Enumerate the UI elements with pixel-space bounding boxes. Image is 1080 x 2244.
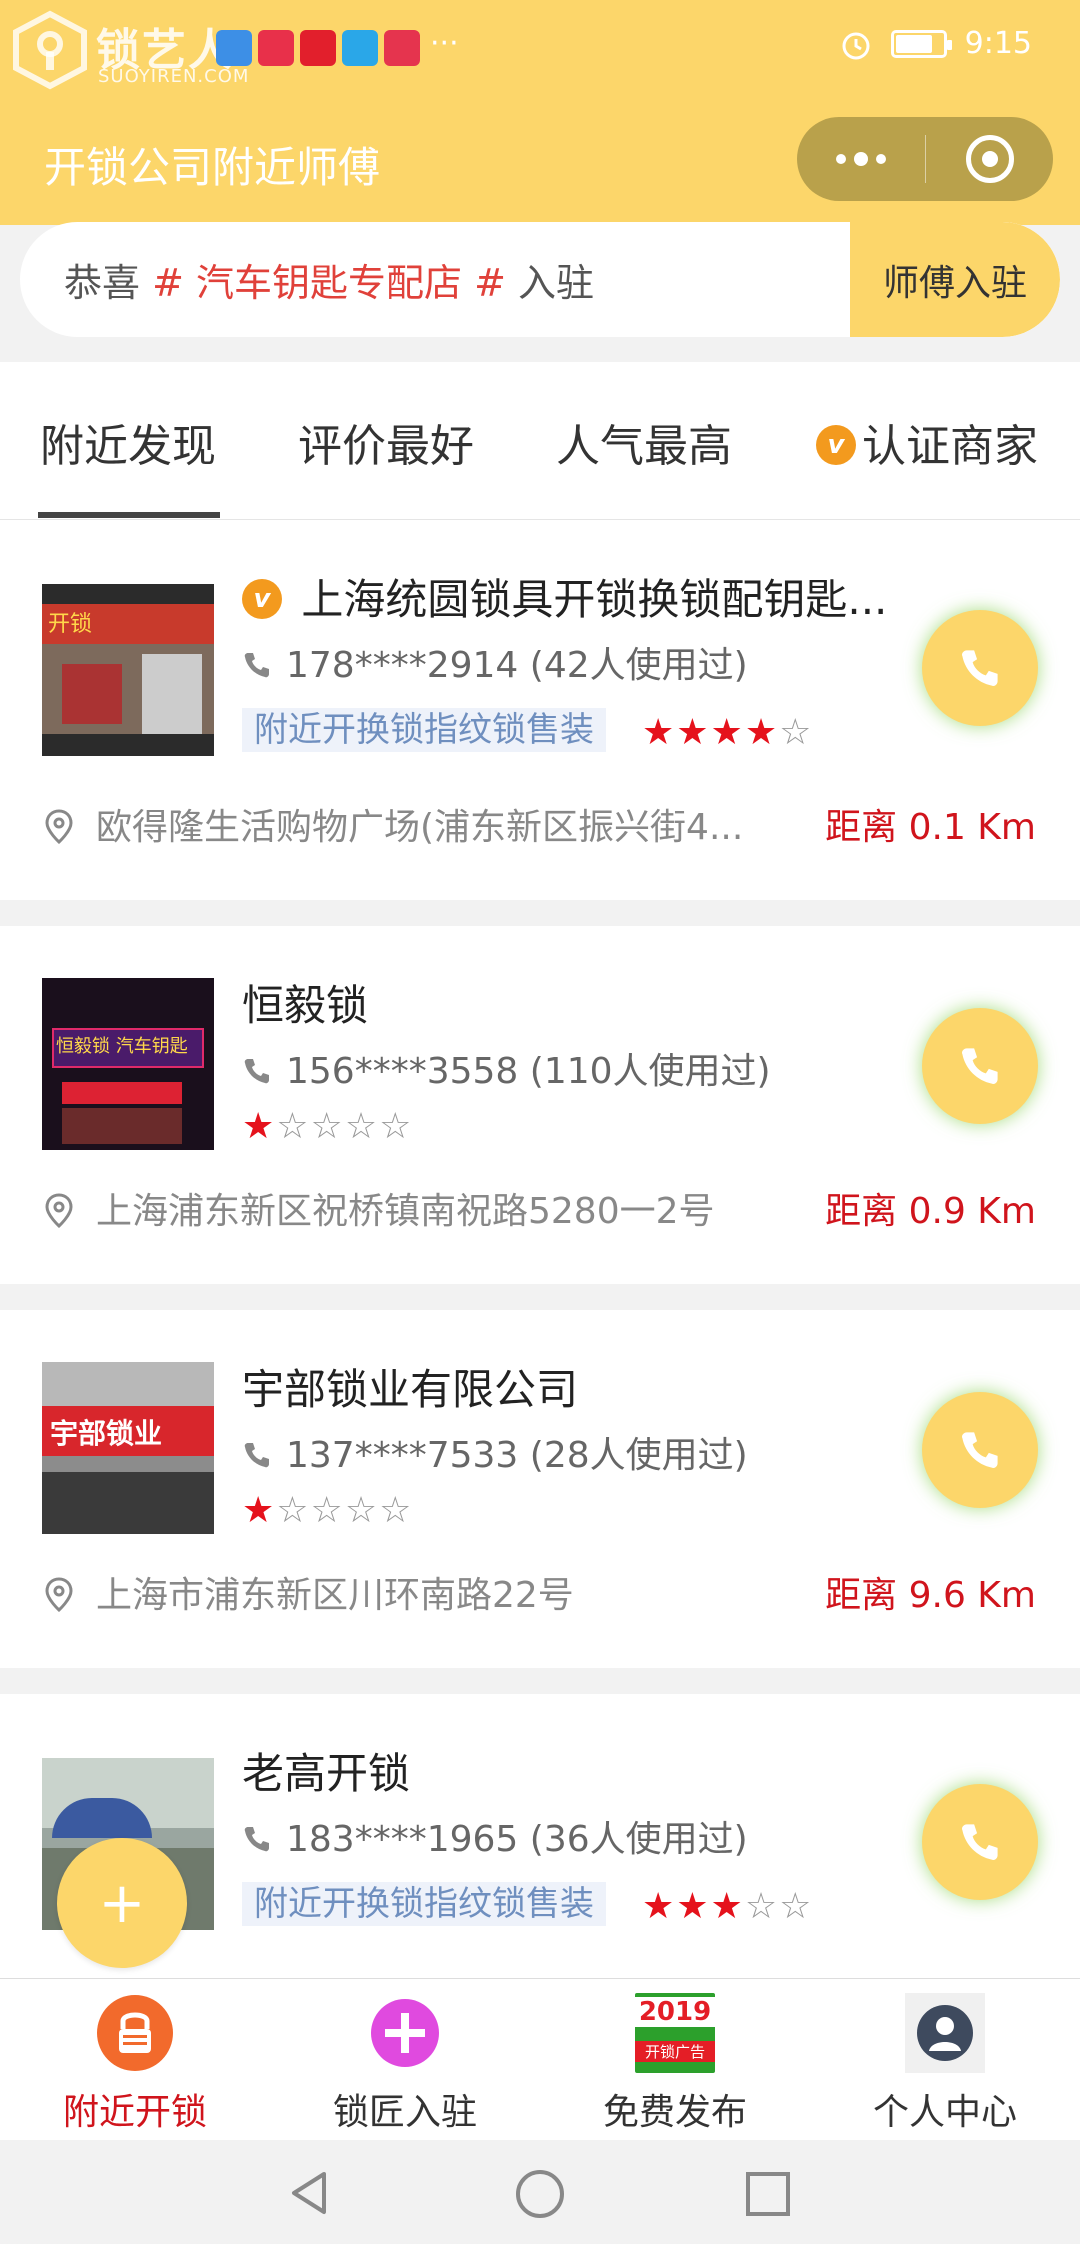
mini-program-capsule <box>797 117 1053 201</box>
add-floating-button[interactable]: + <box>57 1838 187 1968</box>
home-icon[interactable] <box>514 2168 566 2220</box>
page-title: 开锁公司附近师傅 <box>44 143 381 192</box>
nav-profile[interactable]: 个人中心 <box>810 1979 1080 2141</box>
phone-info: 137****7533 (28人使用过) <box>242 1426 748 1478</box>
nav-free-publish[interactable]: 2019 开锁广告 免费发布 <box>540 1979 810 2141</box>
tab-verified-merchants[interactable]: v 认证商家 <box>816 410 1038 474</box>
location-pin-icon <box>45 1577 73 1613</box>
active-tab-indicator <box>38 512 220 518</box>
notification-icon <box>384 30 420 66</box>
nav-label: 免费发布 <box>602 2092 747 2133</box>
phone-icon <box>962 1432 998 1468</box>
location-pin-icon <box>45 809 73 845</box>
nav-label: 个人中心 <box>872 2092 1017 2133</box>
shop-photo: 开锁 <box>42 584 214 756</box>
verified-icon: v <box>242 578 282 619</box>
notification-icon <box>300 30 336 66</box>
call-button[interactable] <box>922 1392 1038 1508</box>
notification-icon <box>258 30 294 66</box>
tab-nearby[interactable]: 附近发现 <box>40 410 216 474</box>
rating-stars: ★☆☆☆☆ <box>242 1106 414 1147</box>
listing-card[interactable]: 开锁 v 上海统圆锁具开锁换锁配钥匙... 178****2914 (42人使用… <box>0 520 1080 900</box>
telegram-icon <box>342 30 378 66</box>
listing-card[interactable]: 恒毅锁 汽车钥匙 恒毅锁 156****3558 (110人使用过) ★☆☆☆☆… <box>0 926 1080 1284</box>
system-navigation-bar <box>0 2140 1080 2244</box>
locksmith-join-button[interactable]: 师傅入驻 <box>850 222 1060 337</box>
battery-icon <box>890 29 952 58</box>
tab-best-rated[interactable]: 评价最好 <box>298 410 474 474</box>
status-bar: 锁艺人 SUOYIREN.COM ··· 9:15 <box>0 0 1080 95</box>
distance: 距离 9.6 Km <box>825 1575 1036 1616</box>
call-button[interactable] <box>922 1784 1038 1900</box>
shop-name[interactable]: 宇部锁业有限公司 <box>242 1356 578 1417</box>
phone-icon <box>962 1824 998 1860</box>
announcement-text: 恭喜 # 汽车钥匙专配店 # 入驻 <box>64 261 595 305</box>
shop-name[interactable]: 恒毅锁 <box>242 972 368 1033</box>
lock-icon <box>97 1995 173 2071</box>
shop-address: 上海市浦东新区川环南路22号 <box>44 1566 574 1618</box>
user-icon <box>905 1993 985 2073</box>
filter-tabs: 附近发现 评价最好 人气最高 v 认证商家 <box>0 362 1080 520</box>
more-menu-button[interactable] <box>797 117 925 201</box>
rating-stars: ★☆☆☆☆ <box>242 1490 414 1531</box>
status-indicators: 9:15 <box>839 26 1032 61</box>
shop-name[interactable]: 老高开锁 <box>242 1740 410 1801</box>
more-notifications-icon: ··· <box>430 26 459 61</box>
rating-stars: ★★★★☆ <box>642 712 814 753</box>
distance: 距离 0.9 Km <box>825 1191 1036 1232</box>
notification-icon <box>216 30 252 66</box>
plus-circle-icon <box>371 1999 439 2067</box>
tab-most-popular[interactable]: 人气最高 <box>556 410 732 474</box>
recent-apps-icon[interactable] <box>744 2170 792 2218</box>
shop-address: 欧得隆生活购物广场(浦东新区振兴街4... <box>44 798 743 850</box>
nav-nearby-unlock[interactable]: 附近开锁 <box>0 1979 270 2141</box>
clock: 9:15 <box>964 26 1032 61</box>
ad-2019-icon: 2019 开锁广告 <box>635 1993 715 2073</box>
watermark-subtext: SUOYIREN.COM <box>98 66 250 87</box>
phone-icon <box>244 1443 269 1468</box>
shop-photo: 宇部锁业 <box>42 1362 214 1534</box>
close-mini-program-button[interactable] <box>926 117 1053 201</box>
app-header: 锁艺人 SUOYIREN.COM ··· 9:15 开锁公司附近师傅 <box>0 0 1080 225</box>
service-tag: 附近开换锁指纹锁售装 <box>242 1882 606 1926</box>
phone-icon <box>962 1048 998 1084</box>
phone-info: 178****2914 (42人使用过) <box>242 636 748 688</box>
phone-info: 156****3558 (110人使用过) <box>242 1042 771 1094</box>
nav-label: 附近开锁 <box>62 2092 207 2133</box>
phone-icon <box>244 1059 269 1084</box>
back-icon[interactable] <box>284 2168 334 2218</box>
nav-locksmith-join[interactable]: 锁匠入驻 <box>270 1979 540 2141</box>
listing-card[interactable]: 宇部锁业 宇部锁业有限公司 137****7533 (28人使用过) ★☆☆☆☆… <box>0 1310 1080 1668</box>
announcement-bar: 恭喜 # 汽车钥匙专配店 # 入驻 师傅入驻 <box>20 222 1060 337</box>
distance: 距离 0.1 Km <box>825 807 1036 848</box>
watermark-logo-icon <box>13 10 87 90</box>
service-tag: 附近开换锁指纹锁售装 <box>242 708 606 752</box>
bottom-navigation: 附近开锁 锁匠入驻 2019 开锁广告 免费发布 个人中心 <box>0 1978 1080 2140</box>
shop-address: 上海浦东新区祝桥镇南祝路5280一2号 <box>44 1182 715 1234</box>
phone-info: 183****1965 (36人使用过) <box>242 1810 748 1862</box>
phone-icon <box>244 1827 269 1852</box>
verified-icon: v <box>816 425 856 465</box>
nav-label: 锁匠入驻 <box>332 2092 477 2133</box>
target-icon <box>965 135 1014 183</box>
announcement-highlight: 汽车钥匙专配店 <box>196 261 463 305</box>
shop-name[interactable]: v 上海统圆锁具开锁换锁配钥匙... <box>242 566 887 627</box>
call-button[interactable] <box>922 1008 1038 1124</box>
shop-photo: 恒毅锁 汽车钥匙 <box>42 978 214 1150</box>
rating-stars: ★★★☆☆ <box>642 1886 814 1927</box>
call-button[interactable] <box>922 610 1038 726</box>
location-pin-icon <box>45 1193 73 1229</box>
phone-icon <box>244 653 269 678</box>
phone-icon <box>962 650 998 686</box>
alarm-icon <box>842 32 870 59</box>
